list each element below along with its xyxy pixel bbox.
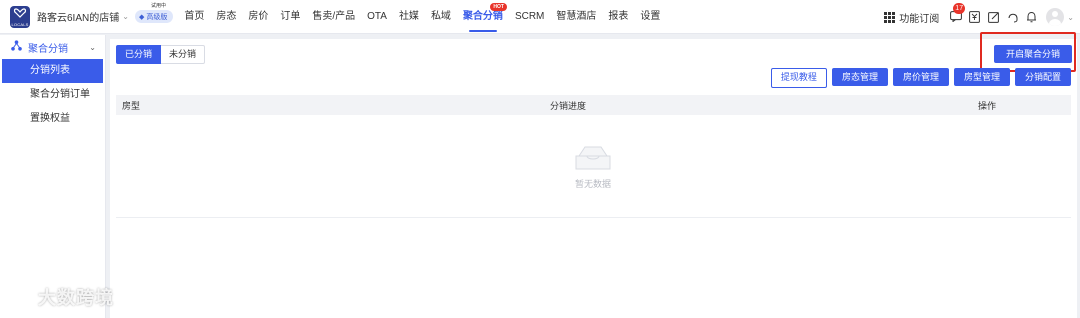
- watermark-logo-icon: [8, 288, 33, 307]
- nav-item-room-price[interactable]: 房价: [248, 0, 268, 34]
- chevron-down-icon: ⌄: [89, 42, 96, 52]
- distribution-config-button[interactable]: 分销配置: [1014, 68, 1071, 86]
- nav-item-label: 聚合分销: [462, 10, 503, 22]
- headset-icon[interactable]: [1006, 11, 1019, 24]
- nav-item-scrm[interactable]: SCRM: [515, 0, 544, 34]
- table-header: 房型 分销进度 操作: [116, 95, 1071, 115]
- function-subscribe-label: 功能订阅: [899, 13, 940, 25]
- sidebar-item-distribution-orders[interactable]: 聚合分销订单: [0, 83, 105, 107]
- locals-logo[interactable]: LOCALS: [10, 5, 30, 28]
- diamond-icon: ◆: [138, 13, 145, 21]
- empty-inbox-icon: [573, 144, 613, 175]
- table-body: 暂无数据: [116, 115, 1071, 218]
- edit-icon[interactable]: [987, 11, 1000, 24]
- top-navigation-bar: LOCALS 路客云6IAN的店铺 ⌄ 试用中 ◆ 高级版 首页 房态 房价 订…: [0, 0, 1080, 34]
- sidebar-group-label: 聚合分销: [28, 43, 68, 55]
- bell-icon[interactable]: [1025, 11, 1038, 24]
- watermark-text: 大数跨境: [38, 288, 114, 308]
- message-icon[interactable]: 17: [949, 2, 966, 24]
- column-header-operation: 操作: [978, 100, 997, 111]
- nav-item-private-domain[interactable]: 私域: [431, 0, 451, 34]
- column-header-progress: 分销进度: [550, 100, 587, 111]
- network-icon: [11, 40, 22, 54]
- distribution-table: 房型 分销进度 操作 暂无数据: [116, 95, 1071, 218]
- plan-label: 高级版: [146, 13, 168, 21]
- nav-item-settings[interactable]: 设置: [640, 0, 660, 34]
- column-header-room-type: 房型: [122, 100, 141, 111]
- nav-item-smart-hotel[interactable]: 智慧酒店: [556, 0, 596, 34]
- trial-tag: 试用中: [150, 3, 166, 9]
- nav-item-orders[interactable]: 订单: [280, 0, 300, 34]
- avatar[interactable]: [1046, 8, 1065, 26]
- watermark: 大数跨境: [8, 284, 114, 310]
- invoice-icon[interactable]: [968, 10, 981, 24]
- message-count-badge: 17: [953, 2, 966, 14]
- nav-item-sales-products[interactable]: 售卖/产品: [312, 0, 355, 34]
- nav-item-aggregate-distribution[interactable]: 聚合分销 HOT: [462, 0, 507, 34]
- tab-not-distributed[interactable]: 未分销: [161, 45, 206, 64]
- sidebar-group-aggregate-distribution[interactable]: 聚合分销 ⌄: [0, 35, 105, 59]
- open-aggregate-distribution-button[interactable]: 开启聚合分销: [994, 45, 1072, 63]
- plan-badge[interactable]: 试用中 ◆ 高级版: [134, 3, 174, 23]
- nav-item-social-media[interactable]: 社媒: [399, 0, 419, 34]
- function-subscribe-button[interactable]: 功能订阅: [884, 10, 939, 25]
- room-status-manage-button[interactable]: 房态管理: [831, 68, 888, 86]
- action-buttons: 提现教程 房态管理 房价管理 房型管理 分销配置: [766, 68, 1071, 88]
- nav-item-home[interactable]: 首页: [184, 0, 204, 34]
- main-panel: 已分销 未分销 开启聚合分销 提现教程 房态管理 房价管理 房型管理 分销配置 …: [110, 32, 1077, 318]
- logo-text: LOCALS: [11, 21, 29, 27]
- room-type-manage-button[interactable]: 房型管理: [953, 68, 1010, 86]
- sidebar-item-distribution-list[interactable]: 分销列表: [2, 59, 103, 83]
- logo-mark-icon: [13, 7, 27, 18]
- chevron-down-icon[interactable]: ⌄: [1067, 13, 1074, 22]
- nav-item-reports[interactable]: 报表: [608, 0, 628, 34]
- tab-distributed[interactable]: 已分销: [116, 45, 162, 64]
- room-price-manage-button[interactable]: 房价管理: [892, 68, 949, 86]
- empty-state-text: 暂无数据: [574, 179, 611, 189]
- tutorial-button[interactable]: 提现教程: [770, 68, 827, 88]
- chevron-down-icon[interactable]: ⌄: [122, 12, 129, 21]
- top-right-tools: 功能订阅 17 ⌄: [884, 0, 1074, 34]
- sidebar: 聚合分销 ⌄ 分销列表 聚合分销订单 置换权益: [0, 35, 106, 318]
- distribution-status-toggle: 已分销 未分销: [116, 45, 206, 64]
- store-name[interactable]: 路客云6IAN的店铺: [37, 9, 119, 24]
- main-nav: 首页 房态 房价 订单 售卖/产品 OTA 社媒 私域 聚合分销 HOT SCR…: [184, 0, 672, 34]
- grid-icon: [884, 11, 896, 23]
- sidebar-item-exchange-benefits[interactable]: 置换权益: [0, 107, 105, 131]
- nav-item-room-status[interactable]: 房态: [216, 0, 236, 34]
- hot-tag: HOT: [490, 2, 507, 11]
- nav-item-ota[interactable]: OTA: [367, 0, 387, 34]
